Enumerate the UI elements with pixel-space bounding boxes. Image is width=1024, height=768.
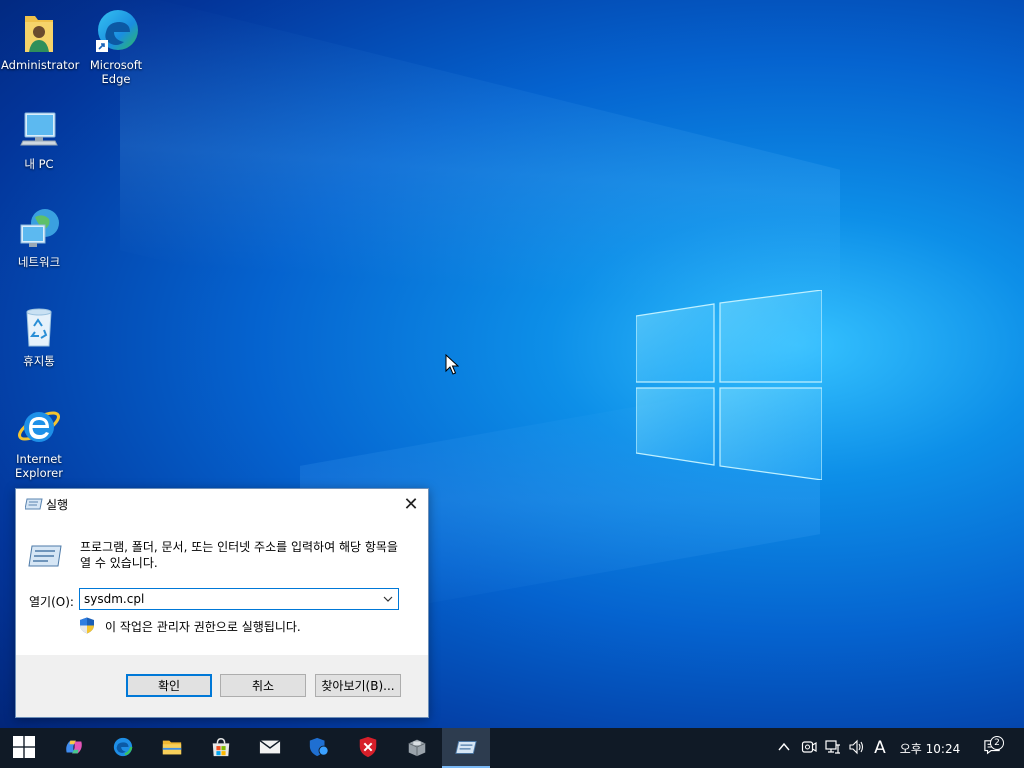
camera-icon [801,739,817,758]
desktop-icon-this-pc[interactable]: 내 PC [1,107,77,171]
taskbar-file-explorer[interactable] [148,728,196,768]
computer-icon [15,107,63,155]
close-button[interactable]: ✕ [394,489,428,519]
uac-shield-icon [79,617,95,634]
desktop-icon-label: Internet Explorer [15,452,63,480]
tray-volume[interactable] [846,728,868,768]
desktop-icon-recycle-bin[interactable]: 휴지통 [1,304,77,368]
store-bag-icon [210,736,232,761]
dialog-button-bar: 확인 취소 찾아보기(B)... [16,655,428,717]
open-label: 열기(O): [29,595,74,609]
run-large-icon [28,545,62,567]
dialog-title: 실행 [46,498,69,512]
edge-icon [92,8,140,56]
desktop-icon-administrator[interactable]: Administrator [1,8,80,72]
copilot-icon [63,736,85,761]
notification-count-badge: 2 [990,736,1004,750]
edge-icon [112,736,134,761]
open-combobox[interactable] [79,588,399,610]
desktop-icon-label: 내 PC [24,157,54,171]
desktop-icon-label: Microsoft Edge [89,58,143,86]
desktop-icon-label: Administrator [1,58,80,72]
dialog-description: 프로그램, 폴더, 문서, 또는 인터넷 주소를 입력하여 해당 항목을 열 수… [80,540,398,570]
mouse-cursor-icon [445,353,460,376]
desktop-icon-internet-explorer[interactable]: Internet Explorer [1,402,77,480]
browse-button[interactable]: 찾아보기(B)... [315,674,401,697]
taskbar-security-app[interactable] [344,728,392,768]
close-icon: ✕ [403,493,419,515]
desktop-icon-network[interactable]: 네트워크 [1,205,77,269]
windows-logo-wallpaper [635,289,823,481]
red-shield-icon [357,736,379,761]
chevron-up-icon [776,739,792,758]
chevron-down-icon[interactable] [380,591,396,607]
ok-button[interactable]: 확인 [126,674,212,697]
run-app-icon [24,498,43,510]
run-app-icon [455,736,477,761]
open-input[interactable] [84,590,374,608]
user-folder-icon [15,8,63,56]
tray-overflow-button[interactable] [774,728,794,768]
network-wired-icon [825,739,841,758]
windows-start-icon [13,735,35,761]
taskbar: A 오후 10:24 2 [0,728,1024,768]
taskbar-mail[interactable] [246,728,294,768]
network-globe-icon [15,205,63,253]
taskbar-edge[interactable] [99,728,147,768]
notification-icon: 2 [984,736,1004,757]
run-dialog: 실행 ✕ 프로그램, 폴더, 문서, 또는 인터넷 주소를 입력하여 해당 항목… [15,488,429,718]
dialog-titlebar[interactable]: 실행 ✕ [16,489,428,519]
desktop-icon-edge[interactable]: Microsoft Edge [78,8,154,86]
tray-clock[interactable]: 오후 10:24 [894,728,966,768]
folder-icon [161,736,183,761]
cancel-button[interactable]: 취소 [220,674,306,697]
tray-meet-now[interactable] [798,728,820,768]
taskbar-copilot[interactable] [50,728,98,768]
speaker-icon [849,739,865,758]
internet-explorer-icon [15,402,63,450]
taskbar-store[interactable] [197,728,245,768]
taskbar-app-package[interactable] [393,728,441,768]
tray-input-method[interactable]: A [870,728,890,768]
mail-icon [259,736,281,761]
tray-notifications[interactable]: 2 [980,728,1006,768]
recycle-bin-icon [15,304,63,352]
taskbar-defender[interactable] [295,728,343,768]
taskbar-run-dialog[interactable] [442,728,490,768]
tray-network[interactable] [822,728,844,768]
defender-shield-icon [308,736,330,761]
package-box-icon [406,736,428,761]
desktop-icon-label: 네트워크 [17,255,61,269]
admin-notice-text: 이 작업은 관리자 권한으로 실행됩니다. [105,620,301,634]
desktop-icon-label: 휴지통 [23,354,55,368]
start-button[interactable] [0,728,48,768]
